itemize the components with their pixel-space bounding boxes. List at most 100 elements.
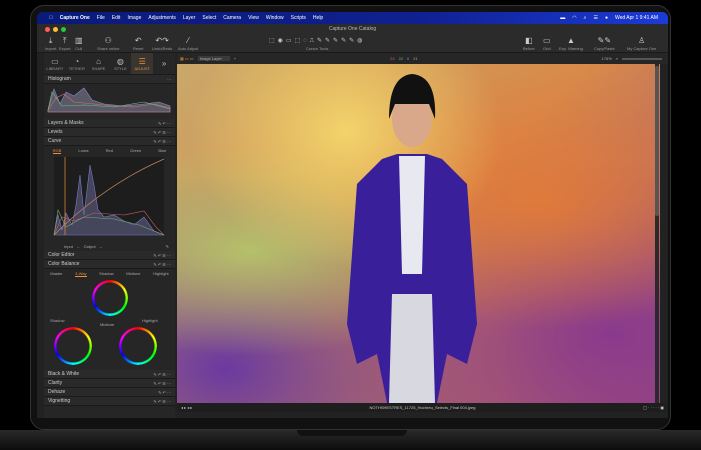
readout-r: 24	[390, 56, 395, 61]
close-button[interactable]	[45, 27, 50, 32]
cull-button[interactable]: ▥ Cull	[75, 36, 83, 51]
menu-view[interactable]: View	[248, 15, 259, 21]
export-icon: ⤒	[63, 36, 67, 45]
tab-adjust[interactable]: ☰ ADJUST	[131, 53, 154, 74]
tools-panel: ▭ LIBRARY ◔ TETHER ⌂ SHAPE ◍ STYLE ☰ ADJUST »…	[44, 53, 175, 418]
layer-select[interactable]: Image Layer	[197, 56, 230, 61]
eyedropper-icon[interactable]: ✎	[166, 244, 169, 249]
search-icon[interactable]: ⌕	[584, 15, 587, 21]
color-editor-header[interactable]: Color Editor ✎ ↶ ☰ ···	[44, 251, 175, 260]
menu-edit[interactable]: Edit	[112, 15, 121, 21]
menu-window[interactable]: Window	[266, 15, 284, 21]
menu-file[interactable]: File	[97, 15, 105, 21]
cb-tab-midtone[interactable]: Midtone	[126, 271, 140, 276]
histogram-header[interactable]: Histogram ···	[44, 75, 175, 84]
vignetting-header[interactable]: Vignetting ✎ ↶ ☰ ···	[44, 397, 175, 406]
palette-icon: ◍	[116, 56, 124, 66]
tab-shape[interactable]: ⌂ SHAPE	[88, 53, 110, 74]
color-balance-tabs: Master 3-Way Shadow Midtone Highlight	[44, 269, 175, 278]
menu-app[interactable]: Capture One	[60, 15, 90, 21]
zoom-button[interactable]	[61, 27, 66, 32]
curve-tab-green[interactable]: Green	[130, 148, 141, 153]
sliders-icon: ☰	[138, 56, 146, 66]
share-icon: ⚇	[104, 36, 112, 45]
menu-camera[interactable]: Camera	[223, 15, 241, 21]
photo-subject	[347, 74, 477, 403]
menu-layer[interactable]: Layer	[183, 15, 196, 21]
curve-tab-blue[interactable]: Blue	[158, 148, 166, 153]
zoom-icon[interactable]: ⌕	[616, 56, 618, 61]
import-button[interactable]: ⤓ Import	[45, 36, 56, 51]
tab-library[interactable]: ▭ LIBRARY	[44, 53, 66, 74]
wand-icon: ⁄	[187, 36, 189, 45]
curve-tab-luma[interactable]: Luma	[78, 148, 88, 153]
cursor-tools-icons: ⬚◉▭⬚◌⎍✎✎✎✎✎◍	[269, 38, 366, 44]
title-bar: Capture One Catalog	[37, 24, 668, 35]
zoom-slider[interactable]	[622, 57, 662, 60]
cursor-tools[interactable]: ⬚◉▭⬚◌⎍✎✎✎✎✎◍ Cursor Tools	[269, 36, 365, 51]
curve-header[interactable]: Curve ✎ ↶ ☰ ···	[44, 137, 175, 146]
dehaze-header[interactable]: Dehaze ✎ ↶ ···	[44, 388, 175, 397]
auto-adjust-button[interactable]: ⁄ Auto Adjust	[178, 36, 198, 51]
levels-header[interactable]: Levels ✎ ↶ ☰ ···	[44, 128, 175, 137]
reset-button[interactable]: ↶ Reset	[133, 36, 143, 51]
menu-adjustments[interactable]: Adjustments	[148, 15, 176, 21]
rating-icons[interactable]: ▢ · · · · · ▣	[643, 403, 664, 412]
curve-tab-rgb[interactable]: RGB	[52, 148, 62, 154]
control-center-icon[interactable]: ☰	[593, 15, 597, 21]
histogram-blue	[47, 87, 171, 113]
cb-tab-3way[interactable]: 3-Way	[75, 271, 87, 277]
tab-tether[interactable]: ◔ TETHER	[66, 53, 88, 74]
black-white-header[interactable]: Black & White ✎ ↶ ☰ ···	[44, 370, 175, 379]
add-layer-icon[interactable]: +	[234, 56, 236, 61]
layers-masks-header[interactable]: Layers & Masks ✎ ↶ ···	[44, 119, 175, 128]
battery-icon[interactable]: ▬	[560, 15, 565, 21]
color-balance-header[interactable]: Color Balance ✎ ↶ ☰ ···	[44, 260, 175, 269]
before-button[interactable]: ◧ Before	[523, 36, 535, 51]
grid-icon: ▭	[543, 36, 551, 45]
menu-help[interactable]: Help	[313, 15, 323, 21]
curve-io: Input -- Output -- ✎	[64, 244, 169, 249]
share-button[interactable]: ⚇ Share online	[97, 36, 119, 51]
highlight-wheel[interactable]	[119, 327, 157, 365]
grid-button[interactable]: ▭ Grid	[543, 36, 551, 51]
wifi-icon[interactable]: ◠	[572, 15, 576, 21]
apple-icon[interactable]: 	[49, 15, 53, 21]
minimize-button[interactable]	[53, 27, 58, 32]
chevron-right-icon: »	[161, 59, 167, 68]
tab-style[interactable]: ◍ STYLE	[109, 53, 131, 74]
viewer-scrollbar[interactable]	[655, 64, 659, 403]
account-button[interactable]: ♙ My Capture One	[627, 36, 656, 51]
menu-scripts[interactable]: Scripts	[291, 15, 306, 21]
copy-paste-button[interactable]: ✎✎ Copy/Paste	[594, 36, 615, 51]
readout-b: 6	[407, 56, 410, 61]
crop-icon: ⌂	[96, 56, 101, 66]
cb-tab-master[interactable]: Master	[50, 271, 62, 276]
cb-tab-highlight[interactable]: Highlight	[153, 271, 169, 276]
curve-tab-red[interactable]: Red	[106, 148, 113, 153]
layout-icon[interactable]: ▦ ▭ ▭	[180, 56, 194, 61]
wheel-label-midtone: Midtone	[100, 322, 115, 327]
clarity-header[interactable]: Clarity ✎ ↶ ☰ ···	[44, 379, 175, 388]
menu-select[interactable]: Select	[202, 15, 216, 21]
copy-paste-icon: ✎✎	[597, 36, 612, 45]
curve-graph[interactable]	[44, 155, 175, 237]
image-viewer[interactable]	[177, 64, 660, 403]
reset-icon: ↶	[134, 36, 142, 45]
exposure-warning-button[interactable]: ▲ Exp. Warning	[559, 36, 583, 51]
midtone-wheel[interactable]	[92, 280, 128, 316]
zoom-level: 176%	[601, 56, 612, 61]
folder-icon: ▭	[51, 56, 59, 66]
cb-tab-shadow[interactable]: Shadow	[99, 271, 113, 276]
shadow-wheel[interactable]	[54, 327, 92, 365]
readout-l: 21	[413, 56, 418, 61]
histogram	[47, 87, 171, 113]
menu-image[interactable]: Image	[127, 15, 141, 21]
siri-icon[interactable]: ●	[605, 15, 608, 21]
undo-redo-button[interactable]: ↶↷ Undo/Redo	[152, 36, 172, 51]
export-button[interactable]: ⤒ Export	[59, 36, 71, 51]
viewer-header: ▦ ▭ ▭ Image Layer + 24 22 6 21 176% ⌕	[177, 53, 668, 64]
more-tabs-button[interactable]: »	[153, 53, 175, 74]
cull-icon: ▥	[75, 36, 83, 45]
nav-icons[interactable]: ◂ ▸ ◂ ▸	[181, 403, 192, 412]
